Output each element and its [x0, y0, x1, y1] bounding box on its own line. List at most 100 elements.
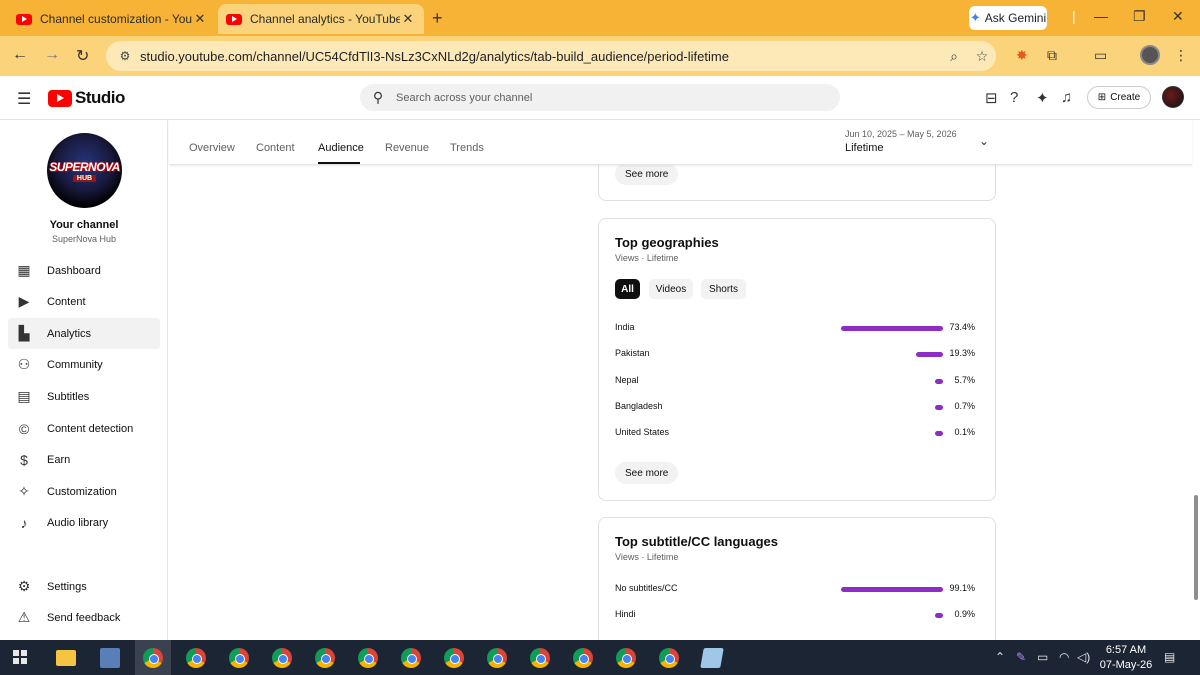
- windows-start-icon[interactable]: [13, 650, 27, 664]
- notifications-bell-icon[interactable]: ♫: [1061, 89, 1072, 106]
- volume-icon[interactable]: ◁): [1077, 650, 1090, 664]
- geography-name: United States: [615, 427, 670, 437]
- tab-audience[interactable]: Audience: [318, 142, 364, 154]
- site-info-icon[interactable]: ⚙: [110, 49, 140, 63]
- new-tab-button[interactable]: +: [432, 8, 443, 29]
- reading-list-icon[interactable]: ▭: [1094, 47, 1107, 64]
- forward-arrow-icon[interactable]: →: [44, 46, 60, 64]
- ask-gemini-button[interactable]: ✦ Ask Gemini: [969, 6, 1047, 30]
- create-button[interactable]: ⊞ Create: [1087, 86, 1151, 109]
- sidebar-item-label: Settings: [47, 580, 87, 593]
- sidebar-item-content-detection[interactable]: © Content detection: [8, 413, 160, 444]
- chrome-icon[interactable]: [315, 648, 335, 668]
- bookmark-star-icon[interactable]: ☆: [968, 48, 996, 65]
- chrome-icon[interactable]: [530, 648, 550, 668]
- chrome-icon[interactable]: [487, 648, 507, 668]
- feedback-icon[interactable]: ⊟: [985, 89, 998, 107]
- chrome-icon[interactable]: [358, 648, 378, 668]
- studio-logo-text: Studio: [75, 88, 125, 107]
- tab-trends[interactable]: Trends: [450, 142, 484, 154]
- chrome-icon[interactable]: [616, 648, 636, 668]
- wifi-icon[interactable]: ◠: [1059, 650, 1069, 664]
- menu-hamburger-icon[interactable]: ☰: [17, 89, 31, 109]
- period-range[interactable]: Jun 10, 2025 – May 5, 2026: [845, 129, 957, 139]
- battery-icon[interactable]: ▭: [1037, 650, 1048, 664]
- search-input[interactable]: [396, 91, 796, 104]
- chrome-icon[interactable]: [573, 648, 593, 668]
- studio-sidebar: SUPERNOVA HUB Your channel SuperNova Hub…: [0, 120, 168, 640]
- filter-all-chip[interactable]: All: [615, 279, 640, 299]
- extension-icon[interactable]: ✸: [1016, 47, 1028, 64]
- copyright-icon: ©: [18, 420, 30, 437]
- geography-value: 5.7%: [954, 375, 975, 385]
- show-hidden-icons-chevron-icon[interactable]: ⌃: [995, 650, 1005, 664]
- sidebar-item-dashboard[interactable]: ▦ Dashboard: [8, 255, 160, 286]
- url-text[interactable]: studio.youtube.com/channel/UC54CfdTlI3-N…: [140, 49, 940, 64]
- chrome-icon[interactable]: [143, 648, 163, 668]
- restore-icon[interactable]: ❐: [1133, 8, 1146, 25]
- back-arrow-icon[interactable]: ←: [12, 46, 28, 64]
- sidebar-item-label: Customization: [47, 485, 117, 498]
- notification-center-icon[interactable]: ▤: [1164, 650, 1175, 664]
- geography-row: Bangladesh 0.7%: [615, 401, 975, 415]
- sidebar-item-customization[interactable]: ✧ Customization: [8, 476, 160, 507]
- tab-overview[interactable]: Overview: [189, 142, 235, 154]
- reload-icon[interactable]: ↻: [76, 46, 89, 66]
- geography-value: 0.7%: [954, 401, 975, 411]
- chrome-icon[interactable]: [186, 648, 206, 668]
- sidebar-item-audio-library[interactable]: ♪ Audio library: [8, 507, 160, 538]
- chrome-icon[interactable]: [272, 648, 292, 668]
- notepad-icon[interactable]: [700, 648, 724, 668]
- chevron-down-icon[interactable]: ⌄: [979, 134, 989, 148]
- calculator-icon[interactable]: [100, 648, 120, 668]
- period-label[interactable]: Lifetime: [845, 142, 884, 154]
- sidebar-item-earn[interactable]: $ Earn: [8, 444, 160, 475]
- community-icon: ⚇: [17, 356, 31, 372]
- studio-search-bar[interactable]: ⚲: [360, 84, 840, 111]
- help-icon[interactable]: ?: [1010, 89, 1018, 106]
- channel-avatar[interactable]: SUPERNOVA HUB: [47, 133, 122, 208]
- close-window-icon[interactable]: ✕: [1172, 8, 1184, 25]
- youtube-favicon-icon: [226, 13, 242, 25]
- geography-value: 0.1%: [954, 427, 975, 437]
- close-tab-icon[interactable]: ✕: [400, 11, 416, 27]
- sidebar-item-send-feedback[interactable]: ⚠ Send feedback: [8, 602, 160, 633]
- studio-logo[interactable]: Studio: [48, 88, 125, 108]
- extensions-puzzle-icon[interactable]: ⧉: [1047, 47, 1057, 64]
- language-row: No subtitles/CC 99.1%: [615, 583, 975, 597]
- pen-icon[interactable]: ✎: [1016, 650, 1026, 664]
- sidebar-item-settings[interactable]: ⚙ Settings: [8, 571, 160, 602]
- filter-shorts-chip[interactable]: Shorts: [701, 279, 746, 299]
- tab-revenue[interactable]: Revenue: [385, 142, 429, 154]
- page-scrollbar-thumb[interactable]: [1194, 495, 1198, 600]
- tab-divider: |: [1072, 8, 1076, 24]
- zoom-icon[interactable]: ⌕: [940, 48, 968, 65]
- chrome-icon[interactable]: [229, 648, 249, 668]
- chrome-icon[interactable]: [659, 648, 679, 668]
- account-avatar[interactable]: [1162, 86, 1184, 108]
- see-more-button[interactable]: See more: [615, 462, 679, 484]
- filter-videos-chip[interactable]: Videos: [649, 279, 693, 299]
- chrome-icon[interactable]: [401, 648, 421, 668]
- geography-name: Bangladesh: [615, 401, 663, 411]
- see-more-button[interactable]: See more: [615, 163, 679, 185]
- address-bar[interactable]: ⚙ studio.youtube.com/channel/UC54CfdTlI3…: [106, 41, 996, 71]
- clock-date[interactable]: 07-May-26: [1096, 659, 1156, 671]
- sparkle-icon[interactable]: ✦: [1036, 89, 1049, 107]
- browser-tab-analytics[interactable]: Channel analytics - YouTube St ✕: [218, 4, 424, 34]
- clock-time[interactable]: 6:57 AM: [1100, 644, 1152, 656]
- tab-content[interactable]: Content: [256, 142, 295, 154]
- sidebar-item-content[interactable]: ▶ Content: [8, 286, 160, 317]
- browser-tab-customization[interactable]: Channel customization - YouTu ✕: [8, 6, 216, 32]
- sidebar-item-subtitles[interactable]: ▤ Subtitles: [8, 381, 160, 412]
- minimize-icon[interactable]: —: [1094, 8, 1108, 24]
- file-explorer-icon[interactable]: [56, 650, 76, 666]
- chrome-icon[interactable]: [444, 648, 464, 668]
- browser-profile-avatar[interactable]: [1140, 45, 1160, 65]
- sidebar-item-community[interactable]: ⚇ Community: [8, 349, 160, 380]
- geography-name: Pakistan: [615, 348, 650, 358]
- close-tab-icon[interactable]: ✕: [192, 11, 208, 27]
- browser-menu-icon[interactable]: ⋮: [1174, 47, 1188, 64]
- sidebar-item-analytics[interactable]: ▙ Analytics: [8, 318, 160, 349]
- search-icon[interactable]: ⚲: [360, 89, 396, 106]
